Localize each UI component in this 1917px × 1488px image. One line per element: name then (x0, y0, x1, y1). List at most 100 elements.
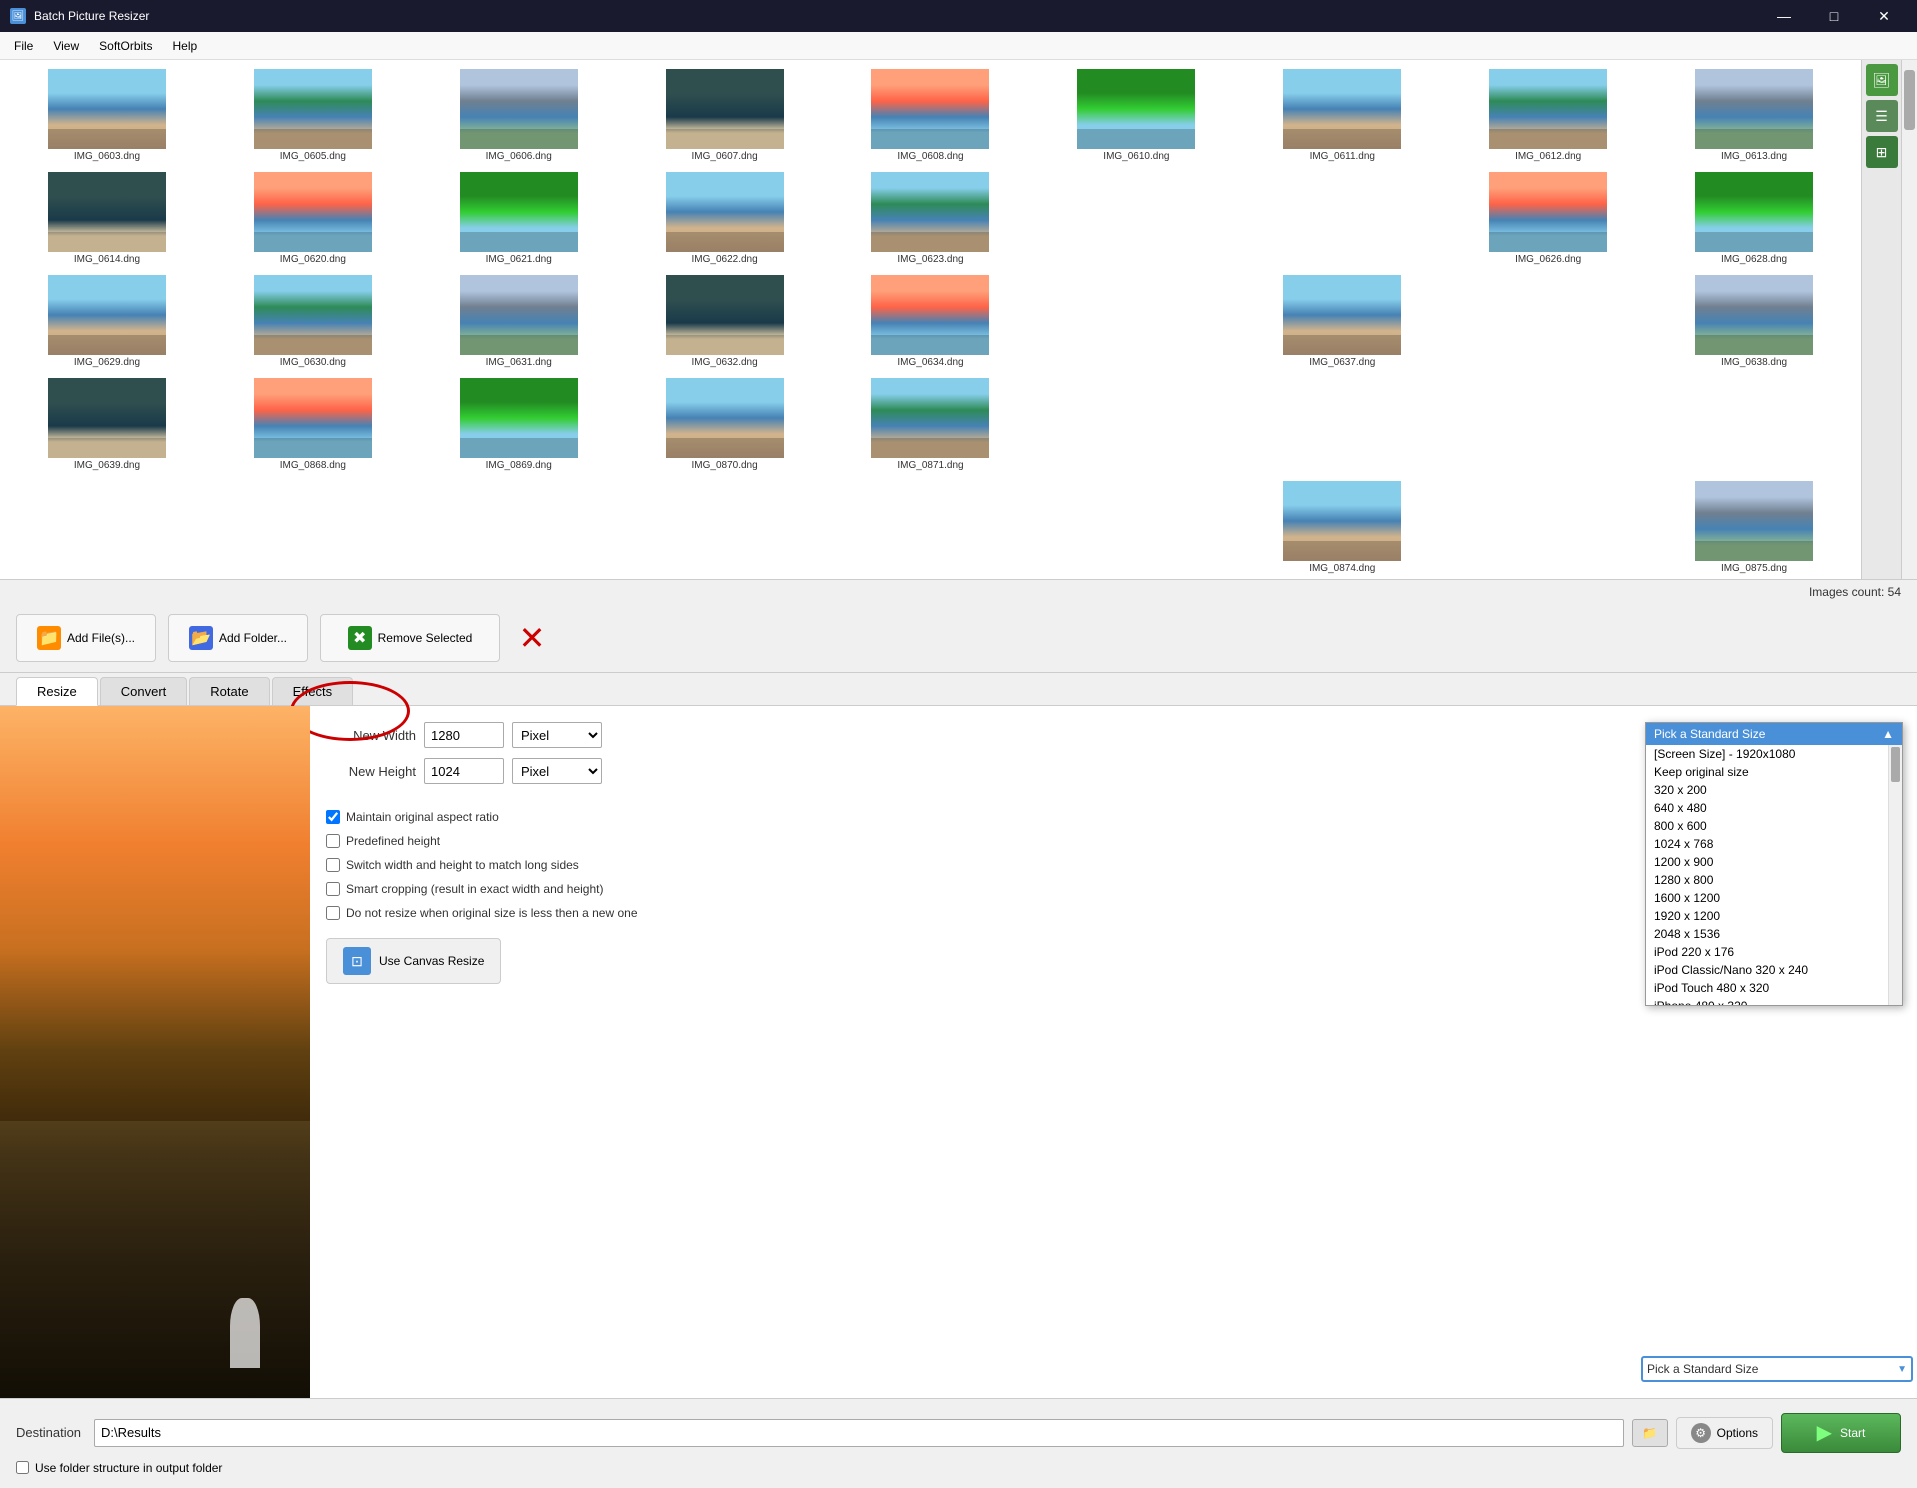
add-files-button[interactable]: 📁 Add File(s)... (16, 614, 156, 662)
image-cell[interactable]: IMG_0874.dng (1239, 476, 1445, 579)
use-folder-structure-checkbox[interactable] (16, 1461, 29, 1474)
size-option-1280x800[interactable]: 1280 x 800 (1646, 871, 1902, 889)
width-unit-select[interactable]: Pixel Percent Centimeter Inch (512, 722, 602, 748)
image-cell[interactable] (1445, 373, 1651, 476)
size-dropdown-list[interactable]: Pick a Standard Size ▲ [Screen Size] - 1… (1645, 722, 1903, 1006)
size-option-800x600[interactable]: 800 x 600 (1646, 817, 1902, 835)
add-folder-button[interactable]: 📂 Add Folder... (168, 614, 308, 662)
size-option-2048x1536[interactable]: 2048 x 1536 (1646, 925, 1902, 943)
menu-help[interactable]: Help (163, 35, 208, 57)
image-cell[interactable]: IMG_0632.dng (622, 270, 828, 373)
image-cell[interactable]: IMG_0871.dng (828, 373, 1034, 476)
image-cell[interactable]: IMG_0629.dng (4, 270, 210, 373)
tab-convert[interactable]: Convert (100, 677, 188, 705)
size-option-keep[interactable]: Keep original size (1646, 763, 1902, 781)
image-grid[interactable]: IMG_0603.dngIMG_0605.dngIMG_0606.dngIMG_… (0, 60, 1861, 579)
new-width-input[interactable] (424, 722, 504, 748)
image-cell[interactable]: IMG_0621.dng (416, 167, 622, 270)
image-cell[interactable]: IMG_0869.dng (416, 373, 622, 476)
image-cell[interactable] (1445, 270, 1651, 373)
smart-crop-checkbox[interactable] (326, 882, 340, 896)
size-option-screen[interactable]: [Screen Size] - 1920x1080 (1646, 745, 1902, 763)
canvas-resize-button[interactable]: ⊡ Use Canvas Resize (326, 938, 501, 984)
options-button[interactable]: ⚙ Options (1676, 1417, 1773, 1449)
minimize-button[interactable]: — (1761, 0, 1807, 32)
image-cell[interactable] (1033, 476, 1239, 579)
image-cell[interactable]: IMG_0608.dng (828, 64, 1034, 167)
tab-effects[interactable]: Effects (272, 677, 354, 705)
switch-wh-checkbox[interactable] (326, 858, 340, 872)
size-option-320x200[interactable]: 320 x 200 (1646, 781, 1902, 799)
image-cell[interactable]: IMG_0611.dng (1239, 64, 1445, 167)
image-cell[interactable]: IMG_0613.dng (1651, 64, 1857, 167)
no-resize-small-checkbox[interactable] (326, 906, 340, 920)
close-button[interactable]: ✕ (1861, 0, 1907, 32)
image-cell[interactable] (622, 476, 828, 579)
tab-resize[interactable]: Resize (16, 677, 98, 706)
image-cell[interactable]: IMG_0875.dng (1651, 476, 1857, 579)
image-cell[interactable]: IMG_0603.dng (4, 64, 210, 167)
image-cell[interactable] (828, 476, 1034, 579)
image-filename: IMG_0622.dng (692, 254, 758, 265)
size-option-ipod[interactable]: iPod 220 x 176 (1646, 943, 1902, 961)
menu-view[interactable]: View (43, 35, 89, 57)
image-cell[interactable]: IMG_0870.dng (622, 373, 828, 476)
size-option-ipod-nano[interactable]: iPod Classic/Nano 320 x 240 (1646, 961, 1902, 979)
scrollbar-thumb[interactable] (1904, 70, 1915, 130)
grid-scrollbar[interactable] (1901, 60, 1917, 579)
image-cell[interactable] (4, 476, 210, 579)
image-cell[interactable]: IMG_0637.dng (1239, 270, 1445, 373)
destination-browse-btn[interactable]: 📁 (1632, 1419, 1668, 1447)
image-cell[interactable]: IMG_0612.dng (1445, 64, 1651, 167)
image-cell[interactable] (1239, 373, 1445, 476)
height-unit-select[interactable]: Pixel Percent Centimeter Inch (512, 758, 602, 784)
image-cell[interactable]: IMG_0623.dng (828, 167, 1034, 270)
size-option-640x480[interactable]: 640 x 480 (1646, 799, 1902, 817)
size-option-iphone[interactable]: iPhone 480 x 320 (1646, 997, 1902, 1005)
add-image-sidebar-btn[interactable]: 🖼 (1866, 64, 1898, 96)
image-cell[interactable] (1033, 270, 1239, 373)
image-cell[interactable]: IMG_0620.dng (210, 167, 416, 270)
image-cell[interactable]: IMG_0626.dng (1445, 167, 1651, 270)
image-cell[interactable] (416, 476, 622, 579)
image-cell[interactable]: IMG_0639.dng (4, 373, 210, 476)
size-option-1200x900[interactable]: 1200 x 900 (1646, 853, 1902, 871)
image-cell[interactable]: IMG_0638.dng (1651, 270, 1857, 373)
maximize-button[interactable]: □ (1811, 0, 1857, 32)
new-height-input[interactable] (424, 758, 504, 784)
image-cell[interactable]: IMG_0606.dng (416, 64, 622, 167)
size-select-dropdown[interactable]: Pick a Standard Size ▼ (1641, 1356, 1913, 1382)
tab-rotate[interactable]: Rotate (189, 677, 269, 705)
grid-view-btn[interactable]: ⊞ (1866, 136, 1898, 168)
image-cell[interactable] (1239, 167, 1445, 270)
menu-file[interactable]: File (4, 35, 43, 57)
image-cell[interactable] (1445, 476, 1651, 579)
image-cell[interactable]: IMG_0605.dng (210, 64, 416, 167)
start-button[interactable]: ▶ Start (1781, 1413, 1901, 1453)
image-cell[interactable]: IMG_0628.dng (1651, 167, 1857, 270)
maintain-aspect-checkbox[interactable] (326, 810, 340, 824)
image-cell[interactable]: IMG_0610.dng (1033, 64, 1239, 167)
destination-input[interactable] (94, 1419, 1624, 1447)
image-cell[interactable]: IMG_0622.dng (622, 167, 828, 270)
menu-softorbits[interactable]: SoftOrbits (89, 35, 162, 57)
image-cell[interactable] (1033, 373, 1239, 476)
image-cell[interactable]: IMG_0634.dng (828, 270, 1034, 373)
size-option-ipod-touch[interactable]: iPod Touch 480 x 320 (1646, 979, 1902, 997)
size-option-1600x1200[interactable]: 1600 x 1200 (1646, 889, 1902, 907)
image-cell[interactable]: IMG_0614.dng (4, 167, 210, 270)
list-view-btn[interactable]: ☰ (1866, 100, 1898, 132)
size-option-1024x768[interactable]: 1024 x 768 (1646, 835, 1902, 853)
image-cell[interactable] (1033, 167, 1239, 270)
dropdown-scrollbar[interactable] (1888, 745, 1902, 1005)
remove-selected-button[interactable]: ✖ Remove Selected (320, 614, 500, 662)
image-cell[interactable]: IMG_0868.dng (210, 373, 416, 476)
image-cell[interactable] (210, 476, 416, 579)
close-x-button[interactable]: ✕ (512, 618, 552, 658)
size-option-1920x1200[interactable]: 1920 x 1200 (1646, 907, 1902, 925)
image-cell[interactable]: IMG_0631.dng (416, 270, 622, 373)
image-cell[interactable]: IMG_0607.dng (622, 64, 828, 167)
image-cell[interactable]: IMG_0630.dng (210, 270, 416, 373)
predefined-height-checkbox[interactable] (326, 834, 340, 848)
image-cell[interactable] (1651, 373, 1857, 476)
